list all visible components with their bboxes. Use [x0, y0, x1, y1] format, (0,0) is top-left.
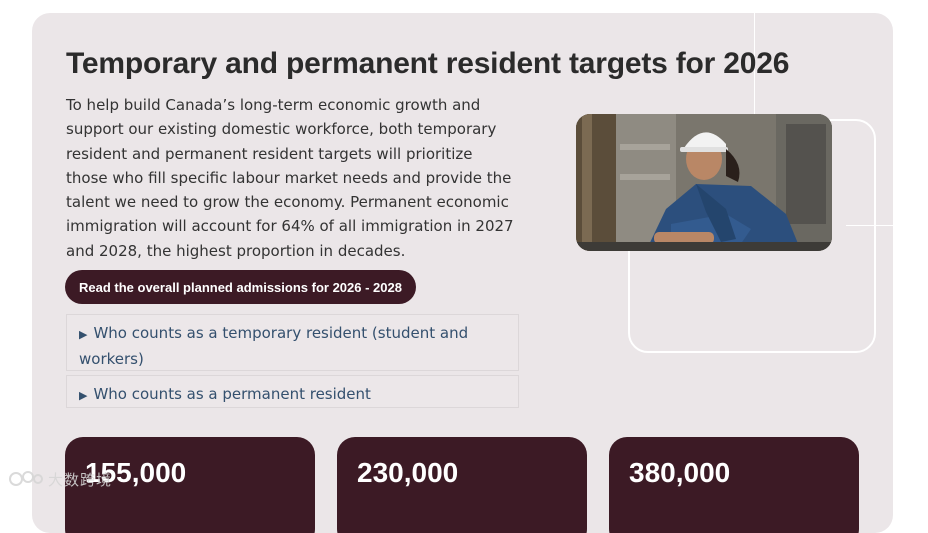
stat-card: 230,000	[337, 437, 587, 533]
worker-photo	[576, 114, 832, 251]
planned-admissions-button[interactable]: Read the overall planned admissions for …	[65, 270, 416, 304]
accordion-label: Who counts as a temporary resident (stud…	[79, 324, 469, 368]
accordion-label: Who counts as a permanent resident	[93, 385, 371, 403]
section-title: Temporary and permanent resident targets…	[66, 47, 790, 80]
stat-card: 380,000	[609, 437, 859, 533]
brand-logo-icon	[9, 471, 43, 486]
section-paragraph: To help build Canada’s long-term economi…	[66, 96, 514, 260]
content-card: Temporary and permanent resident targets…	[32, 13, 893, 533]
triangle-right-icon: ▶	[79, 328, 88, 341]
stat-value: 380,000	[629, 457, 731, 488]
worker-illustration	[576, 114, 832, 251]
stat-value: 230,000	[357, 457, 459, 488]
watermark-text: 大数跨境	[48, 471, 113, 489]
accordion-temporary-resident[interactable]: ▶ Who counts as a temporary resident (stu…	[66, 314, 519, 371]
triangle-right-icon: ▶	[79, 389, 88, 402]
accordion-permanent-resident[interactable]: ▶ Who counts as a permanent resident	[66, 375, 519, 408]
watermark: 大数跨境	[8, 466, 128, 492]
